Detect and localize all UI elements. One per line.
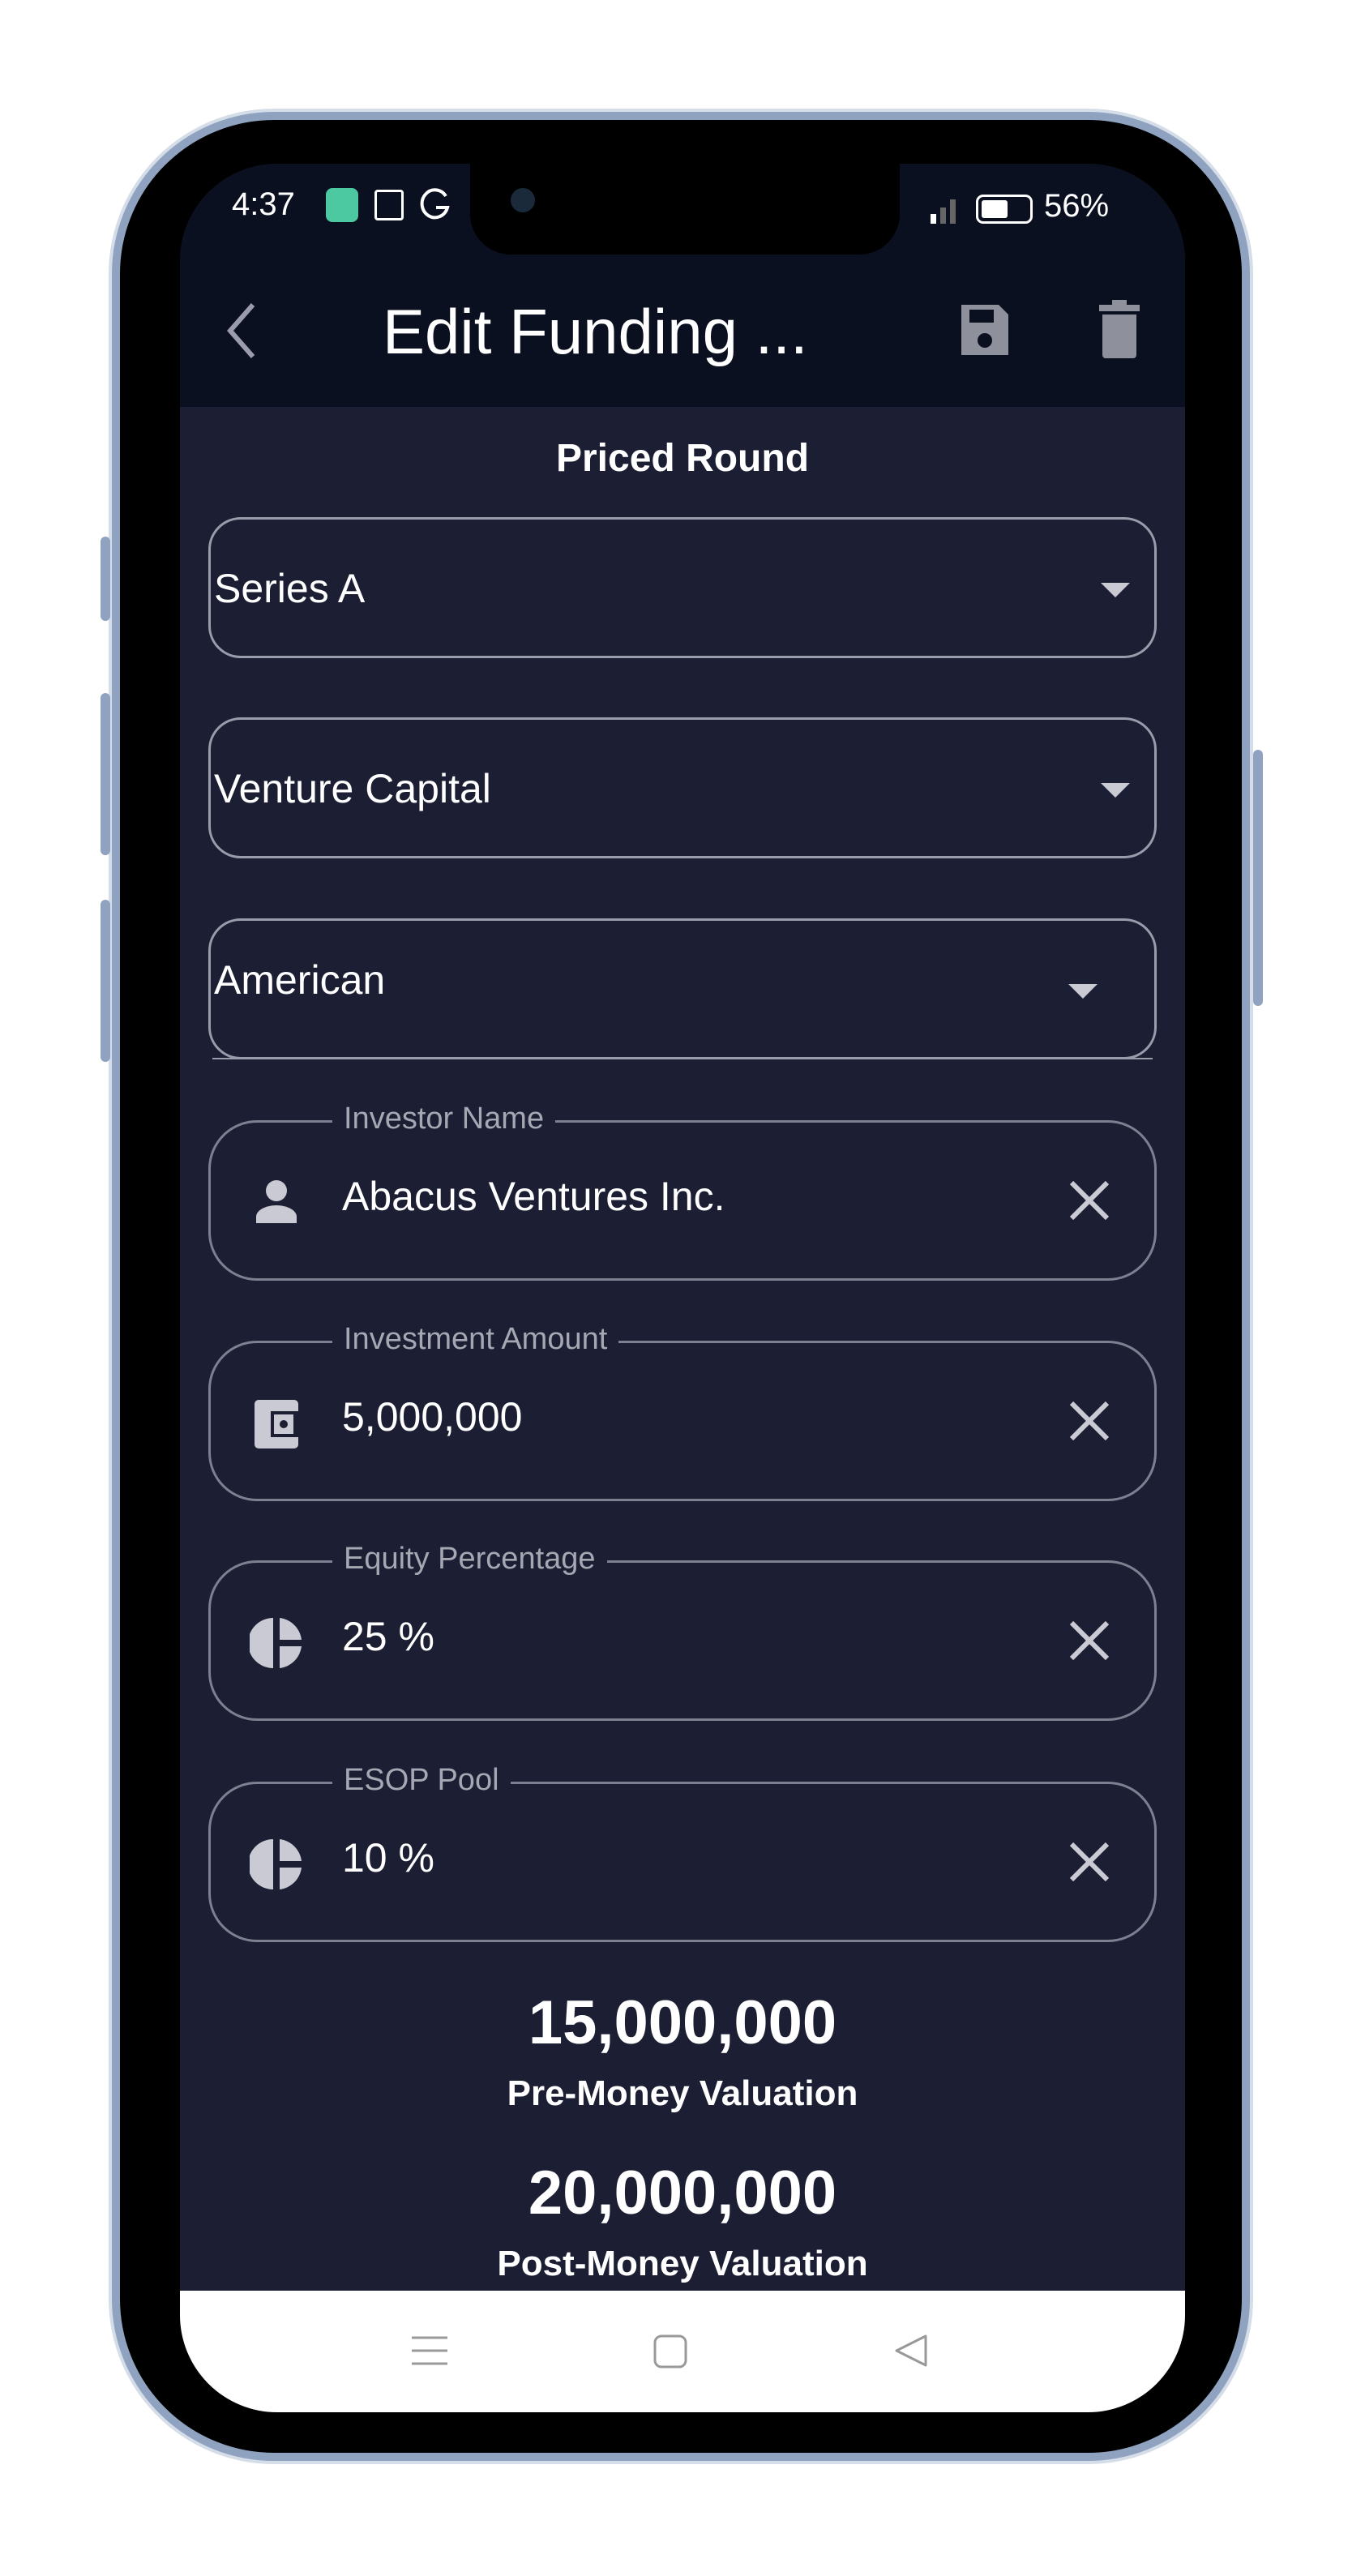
post-money-label: Post-Money Valuation <box>497 2244 868 2283</box>
investment-amount-field[interactable]: Investment Amount 5,000,000 <box>208 1322 1157 1501</box>
battery-icon <box>976 195 1033 224</box>
back-icon[interactable] <box>225 302 258 360</box>
field-label: Equity Percentage <box>332 1542 607 1577</box>
round-type-dropdown[interactable]: Series A <box>208 517 1157 658</box>
camera-notch <box>470 164 900 255</box>
field-value[interactable]: 25 % <box>342 1613 434 1660</box>
chevron-down-icon <box>1101 583 1130 597</box>
clear-icon[interactable] <box>1065 1397 1114 1445</box>
nationality-dropdown[interactable]: American <box>208 918 1157 1059</box>
power-button <box>1253 750 1263 1006</box>
wallet-icon <box>255 1400 298 1448</box>
pie-chart-icon <box>250 1618 302 1668</box>
dropdown-value: Series A <box>214 566 366 611</box>
dropdown-value: American <box>214 957 386 1003</box>
camera-icon <box>511 188 535 212</box>
investor-type-dropdown[interactable]: Venture Capital <box>208 717 1157 858</box>
navigation-bar <box>180 2291 1185 2412</box>
signal-icon <box>922 196 963 224</box>
battery-percent: 56% <box>1044 188 1110 224</box>
clear-icon[interactable] <box>1065 1838 1114 1886</box>
field-label: Investor Name <box>332 1102 556 1136</box>
page-title: Edit Funding ... <box>383 296 808 367</box>
clear-icon[interactable] <box>1065 1176 1114 1225</box>
pre-money-label: Pre-Money Valuation <box>507 2073 858 2113</box>
pre-money-value: 15,000,000 <box>528 1988 837 2057</box>
delete-icon[interactable] <box>1098 298 1141 360</box>
dropdown-underline <box>212 1058 1153 1059</box>
investor-name-field[interactable]: Investor Name Abacus Ventures Inc. <box>208 1102 1157 1281</box>
field-value[interactable]: 5,000,000 <box>342 1393 522 1440</box>
esop-pool-field[interactable]: ESOP Pool 10 % <box>208 1763 1157 1942</box>
section-title: Priced Round <box>555 437 810 480</box>
status-bar: 4:37 56% <box>180 164 1185 255</box>
chevron-down-icon <box>1101 783 1130 798</box>
home-icon[interactable] <box>653 2334 687 2368</box>
field-value[interactable]: Abacus Ventures Inc. <box>342 1173 725 1220</box>
back-nav-icon[interactable] <box>893 2333 929 2368</box>
google-icon <box>420 188 450 220</box>
app-bar: Edit Funding ... <box>180 255 1185 407</box>
volume-down-button <box>101 900 110 1062</box>
screen: 4:37 56% Edit Funding ... Priced Round S… <box>180 164 1185 2412</box>
field-value[interactable]: 10 % <box>342 1834 434 1881</box>
clear-icon[interactable] <box>1065 1616 1114 1665</box>
menu-icon[interactable] <box>412 2334 447 2367</box>
volume-up-button <box>101 693 110 855</box>
app-notification-icon <box>326 188 358 222</box>
post-money-value: 20,000,000 <box>528 2159 837 2227</box>
side-button <box>101 537 110 621</box>
chevron-down-icon <box>1068 984 1098 999</box>
save-icon[interactable] <box>958 302 1012 358</box>
status-time: 4:37 <box>232 186 295 222</box>
equity-percentage-field[interactable]: Equity Percentage 25 % <box>208 1542 1157 1721</box>
dropdown-value: Venture Capital <box>214 766 491 811</box>
field-label: ESOP Pool <box>332 1763 511 1798</box>
person-icon <box>256 1180 297 1223</box>
calendar-icon <box>374 190 404 220</box>
pie-chart-icon <box>250 1839 302 1889</box>
field-label: Investment Amount <box>332 1322 619 1357</box>
